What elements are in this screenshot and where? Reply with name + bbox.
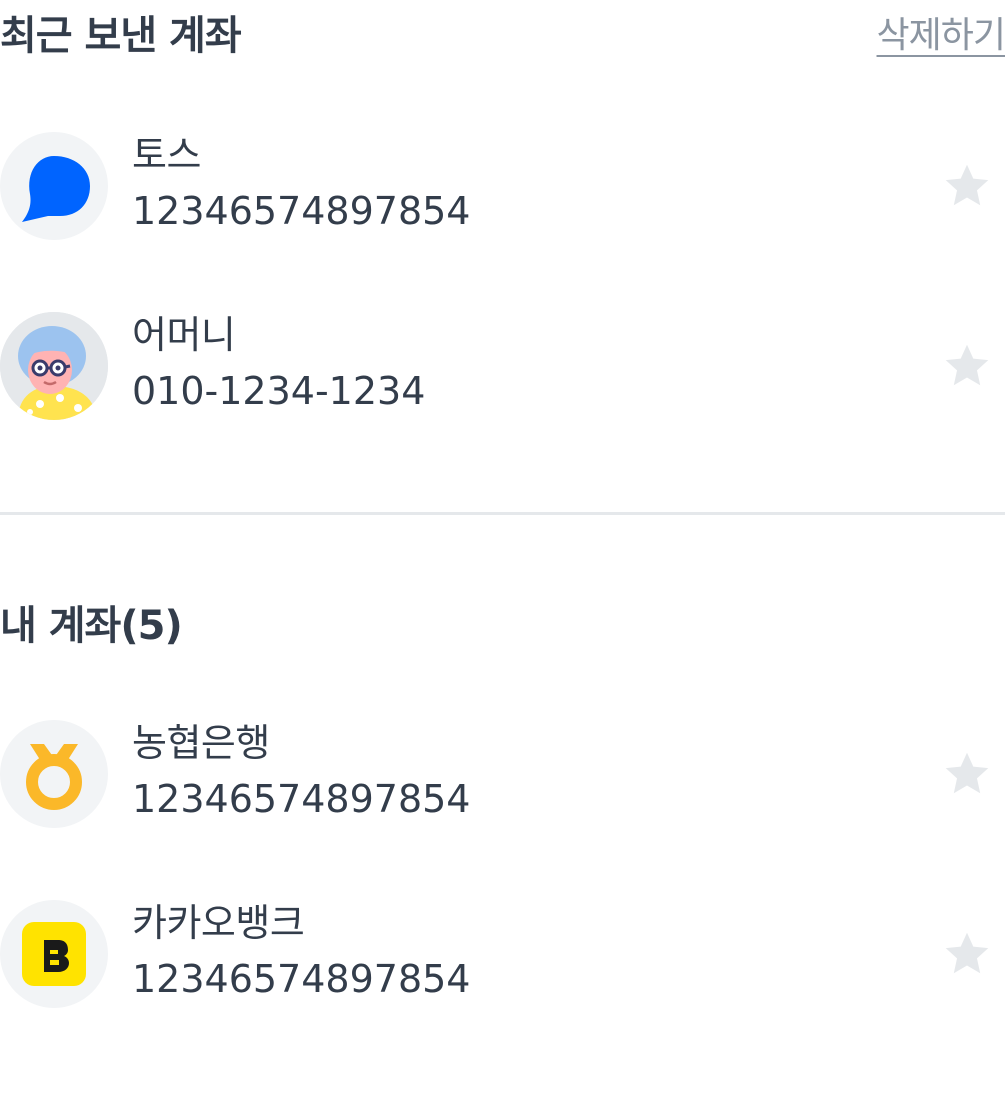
- nonghyup-logo-icon: [0, 720, 108, 828]
- mother-avatar-icon: [0, 312, 108, 420]
- account-name: 토스: [132, 133, 201, 177]
- star-icon[interactable]: [941, 340, 993, 392]
- star-icon[interactable]: [941, 928, 993, 980]
- my-accounts-header: 내 계좌(5): [0, 592, 1005, 652]
- account-name: 어머니: [132, 313, 236, 357]
- my-account-item[interactable]: 농협은행 12346574897854: [0, 708, 1005, 828]
- account-number: 12346574897854: [132, 957, 471, 1001]
- account-number: 010-1234-1234: [132, 369, 426, 413]
- section-divider: [0, 512, 1005, 515]
- toss-logo-icon: [0, 132, 108, 240]
- star-icon[interactable]: [941, 748, 993, 800]
- account-name: 카카오뱅크: [132, 901, 305, 945]
- recent-account-item[interactable]: 토스 12346574897854: [0, 120, 1005, 240]
- delete-button[interactable]: 삭제하기: [877, 6, 1005, 58]
- star-icon[interactable]: [941, 160, 993, 212]
- account-name: 농협은행: [132, 721, 270, 765]
- recent-account-item[interactable]: 어머니 010-1234-1234: [0, 300, 1005, 420]
- my-accounts-title: 내 계좌(5): [0, 603, 183, 649]
- recent-accounts-header: 최근 보낸 계좌 삭제하기: [0, 0, 1005, 64]
- account-number: 12346574897854: [132, 189, 471, 233]
- account-number: 12346574897854: [132, 777, 471, 821]
- my-account-item[interactable]: 카카오뱅크 12346574897854: [0, 888, 1005, 1008]
- kakaobank-logo-icon: [0, 900, 108, 1008]
- recent-accounts-title: 최근 보낸 계좌: [0, 13, 242, 59]
